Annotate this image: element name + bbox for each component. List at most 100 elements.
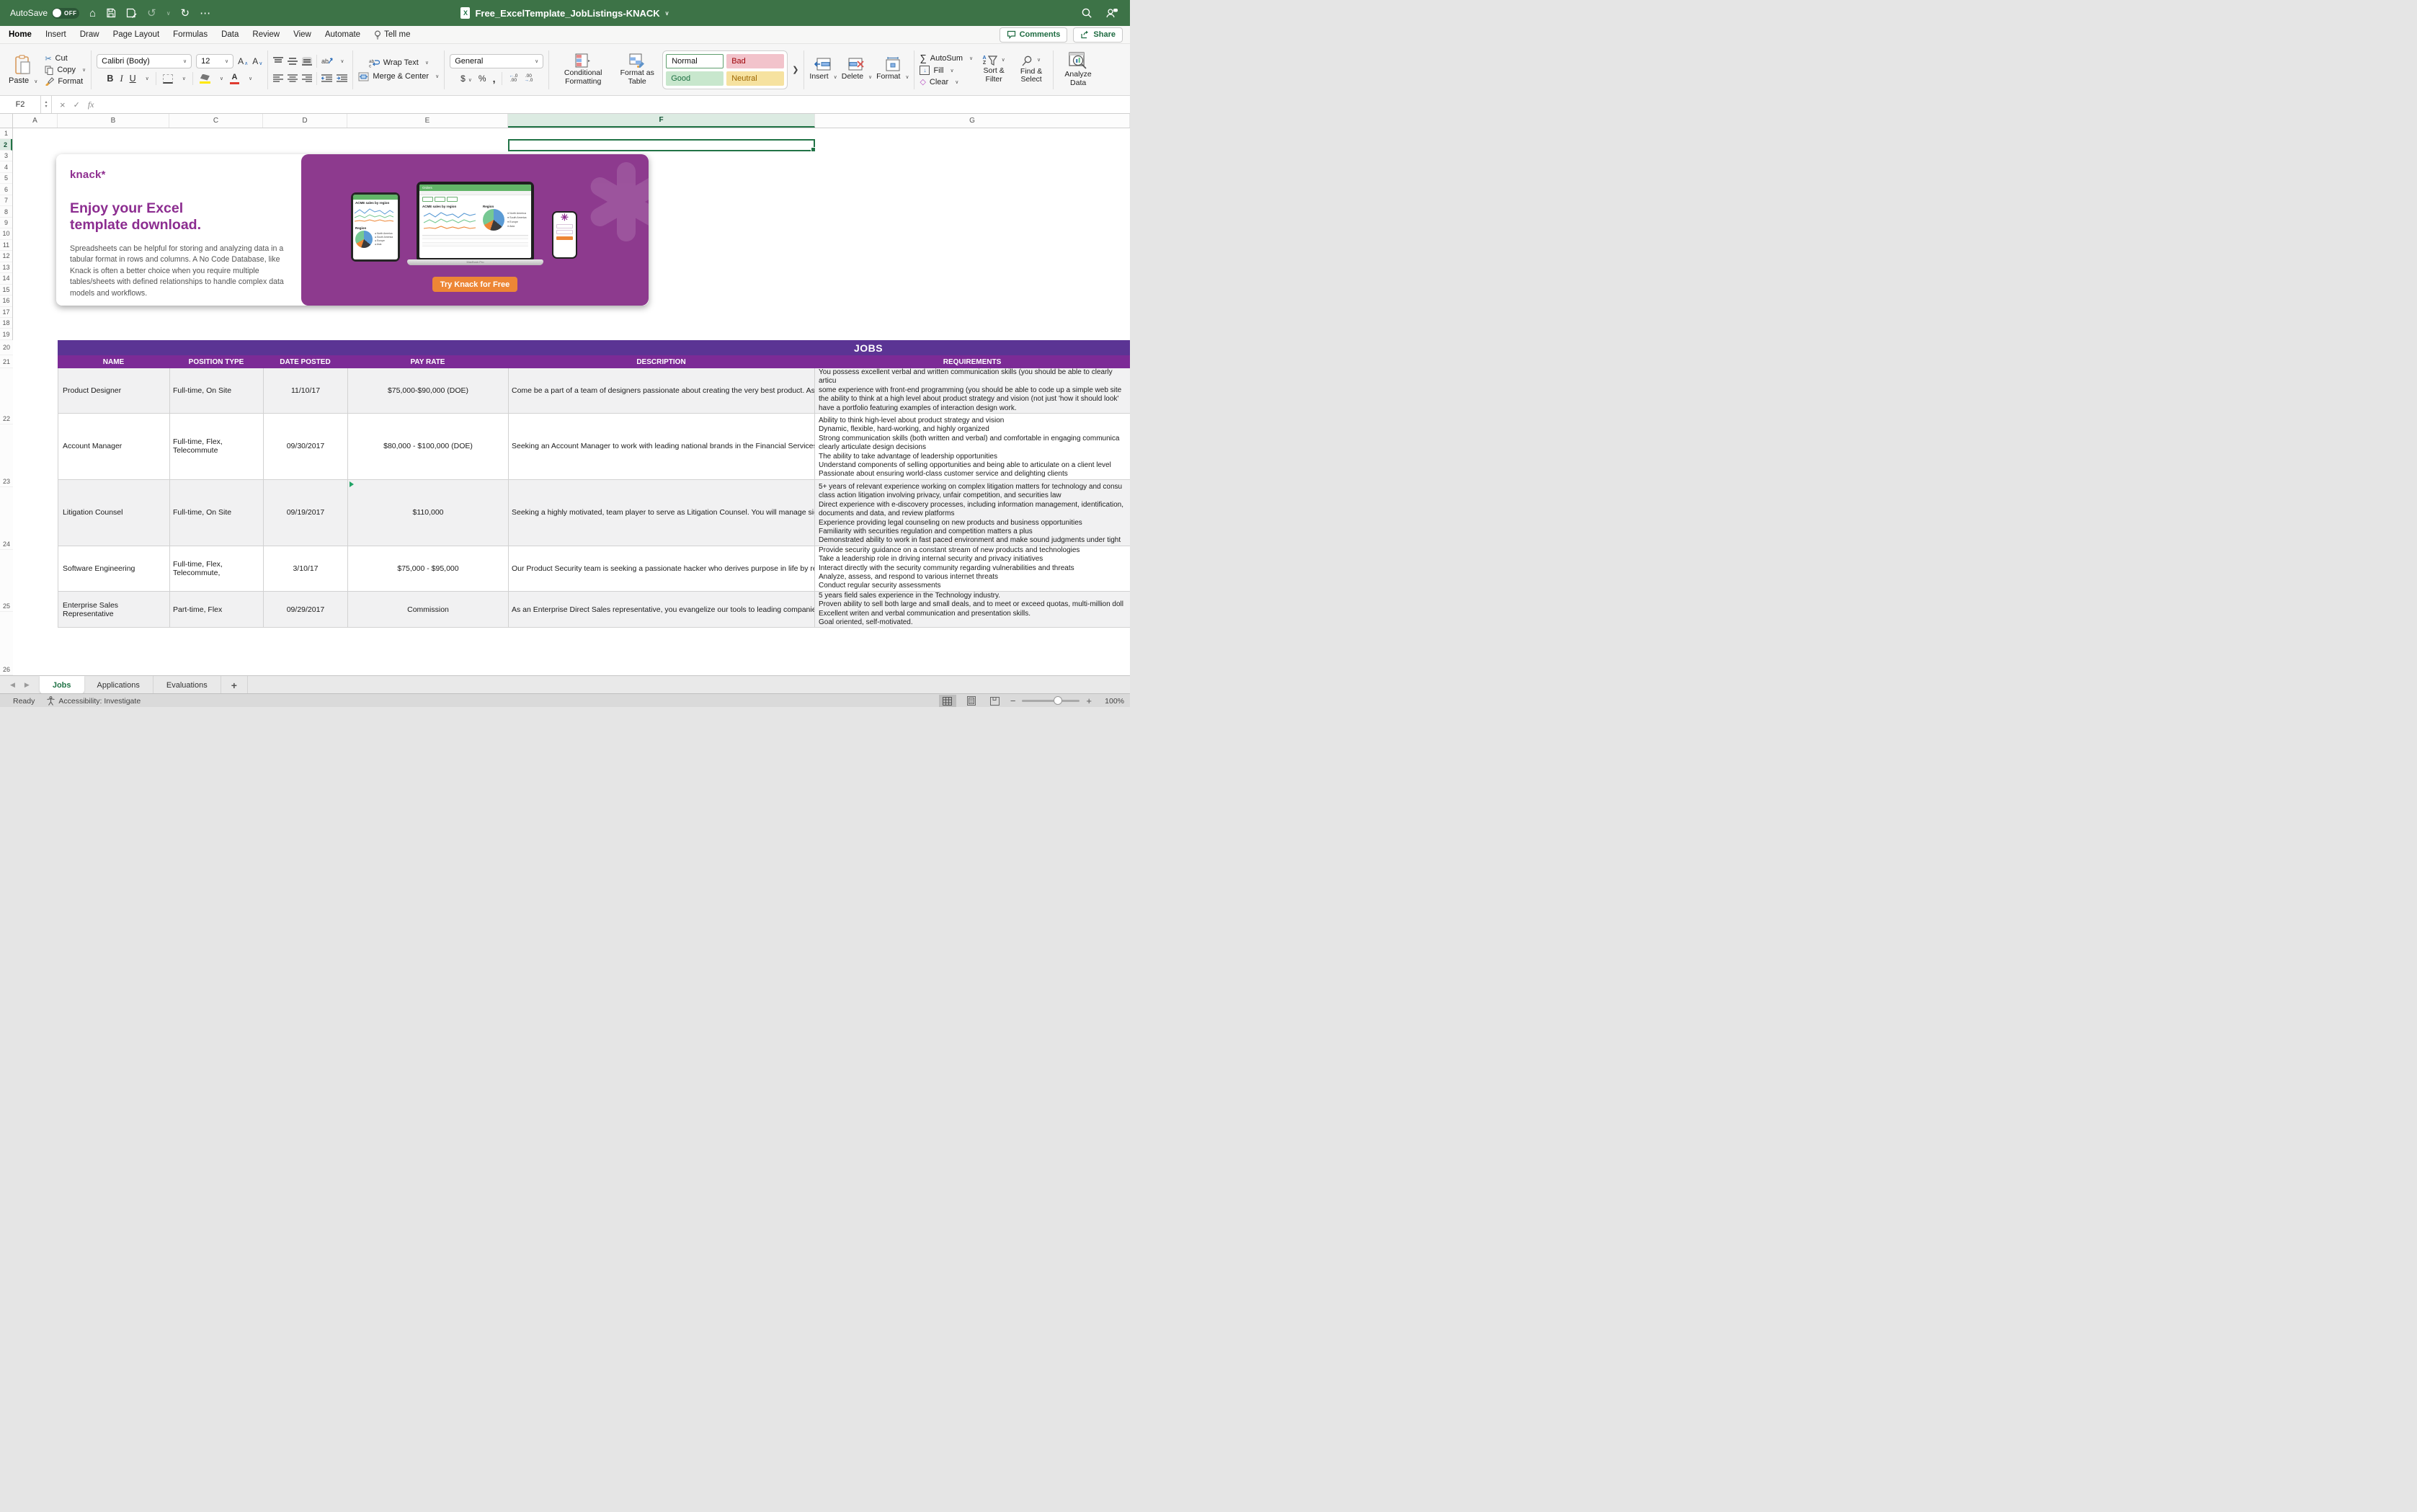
style-normal[interactable]: Normal xyxy=(666,54,724,68)
tab-view[interactable]: View xyxy=(293,30,311,39)
row-header[interactable]: 1 xyxy=(0,128,12,139)
cell-description[interactable]: Come be a part of a team of designers pa… xyxy=(509,368,815,414)
grow-font-button[interactable]: A∧ xyxy=(238,56,248,66)
row-header[interactable]: 15 xyxy=(0,285,12,295)
zoom-in-button[interactable]: + xyxy=(1086,695,1092,706)
formula-input[interactable] xyxy=(102,96,1130,113)
autosum-button[interactable]: ∑AutoSum∨ xyxy=(920,53,973,63)
col-header-e[interactable]: E xyxy=(347,114,508,128)
page-layout-view-icon[interactable] xyxy=(963,695,980,708)
tab-insert[interactable]: Insert xyxy=(45,30,66,39)
row-header[interactable]: 24 xyxy=(0,487,13,550)
cell-description[interactable]: Our Product Security team is seeking a p… xyxy=(509,546,815,592)
row-header[interactable]: 5 xyxy=(0,173,12,184)
cell-position-type[interactable]: Part-time, Flex xyxy=(170,592,264,628)
cell-description[interactable]: As an Enterprise Direct Sales representa… xyxy=(509,592,815,628)
row-header[interactable]: 22 xyxy=(0,368,13,424)
title-chevron-icon[interactable]: ∨ xyxy=(665,10,669,17)
accessibility-status[interactable]: Accessibility: Investigate xyxy=(46,696,141,706)
row-header[interactable]: 26 xyxy=(0,612,13,675)
style-good[interactable]: Good xyxy=(666,71,724,86)
redo-icon[interactable]: ↻ xyxy=(181,8,190,19)
style-neutral[interactable]: Neutral xyxy=(726,71,784,86)
insert-function-icon[interactable]: fx xyxy=(88,99,94,110)
align-left-button[interactable] xyxy=(273,74,283,82)
cell-date-posted[interactable]: 3/10/17 xyxy=(264,546,348,592)
cell-requirements[interactable]: Provide security guidance on a constant … xyxy=(815,546,1130,592)
col-header-b[interactable]: B xyxy=(58,114,169,128)
col-header-c[interactable]: C xyxy=(169,114,263,128)
comments-button[interactable]: Comments xyxy=(1000,27,1068,43)
cell-pay-rate[interactable]: Commission xyxy=(348,592,509,628)
cell-pay-rate[interactable]: $75,000 - $95,000 xyxy=(348,546,509,592)
prev-sheet-icon[interactable]: ◀ xyxy=(10,681,15,689)
cancel-icon[interactable]: × xyxy=(60,99,66,110)
row-header[interactable]: 20 xyxy=(0,340,13,355)
row-header[interactable]: 12 xyxy=(0,251,12,262)
table-row[interactable]: Account Manager Full-time, Flex, Telecom… xyxy=(58,414,1130,480)
italic-button[interactable]: I xyxy=(120,74,123,84)
row-header[interactable]: 11 xyxy=(0,240,12,251)
normal-view-icon[interactable] xyxy=(939,695,956,708)
cell-requirements[interactable]: Ability to think high-level about produc… xyxy=(815,414,1130,480)
col-header-g[interactable]: G xyxy=(815,114,1130,128)
styles-more-icon[interactable]: ❯ xyxy=(792,65,798,74)
page-break-view-icon[interactable] xyxy=(987,695,1004,708)
home-icon[interactable]: ⌂ xyxy=(89,8,96,19)
row-header[interactable]: 25 xyxy=(0,550,13,612)
format-as-table-button[interactable]: Format as Table xyxy=(616,53,658,86)
sort-filter-button[interactable]: AZ ∨ Sort & Filter xyxy=(977,55,1010,84)
row-header[interactable]: 19 xyxy=(0,329,12,339)
sheet-tab-applications[interactable]: Applications xyxy=(84,676,153,694)
underline-button[interactable]: U xyxy=(130,74,136,84)
enter-icon[interactable]: ✓ xyxy=(74,100,80,110)
cell-position-type[interactable]: Full-time, On Site xyxy=(170,480,264,546)
currency-button[interactable]: $∨ xyxy=(460,74,472,84)
tab-home[interactable]: Home xyxy=(9,30,32,39)
merge-center-button[interactable]: Merge & Center∨ xyxy=(358,72,439,81)
comma-button[interactable]: , xyxy=(493,73,496,84)
tab-tell-me[interactable]: Tell me xyxy=(374,30,410,40)
decrease-indent-button[interactable] xyxy=(321,74,332,82)
cell-name[interactable]: Enterprise Sales Representative xyxy=(58,592,170,628)
cell-requirements[interactable]: 5 years field sales experience in the Te… xyxy=(815,592,1130,628)
save-icon[interactable] xyxy=(106,8,116,18)
format-cells-button[interactable]: Format ∨ xyxy=(876,57,909,82)
clear-button[interactable]: ◇Clear∨ xyxy=(920,77,973,86)
wrap-text-button[interactable]: abc Wrap Text∨ xyxy=(369,58,429,68)
fill-button[interactable]: ↓Fill∨ xyxy=(920,66,973,75)
row-header[interactable]: 18 xyxy=(0,318,12,329)
search-icon[interactable] xyxy=(1081,7,1092,19)
selected-cell-f2[interactable] xyxy=(508,139,815,151)
row-header[interactable]: 6 xyxy=(0,184,12,195)
font-name-select[interactable]: Calibri (Body)∨ xyxy=(97,54,192,68)
align-right-button[interactable] xyxy=(302,74,312,82)
save-as-icon[interactable] xyxy=(126,8,137,18)
cell-name[interactable]: Software Engineering xyxy=(58,546,170,592)
cell-requirements[interactable]: You possess excellent verbal and written… xyxy=(815,368,1130,414)
row-header[interactable]: 9 xyxy=(0,218,12,228)
align-middle-button[interactable] xyxy=(288,57,298,66)
copy-button[interactable]: Copy∨ xyxy=(45,66,86,75)
col-header-f[interactable]: F xyxy=(508,114,815,128)
paste-button[interactable]: Paste ∨ xyxy=(6,53,40,86)
name-box[interactable]: F2 xyxy=(0,96,41,113)
decrease-decimal-button[interactable]: .00→.0 xyxy=(524,74,533,84)
share-button[interactable]: Share xyxy=(1073,27,1123,43)
feedback-person-icon[interactable] xyxy=(1105,7,1118,19)
autosave-control[interactable]: AutoSave OFF xyxy=(10,8,79,19)
cell-description[interactable]: Seeking an Account Manager to work with … xyxy=(509,414,815,480)
autosave-toggle[interactable]: OFF xyxy=(52,8,79,19)
table-row[interactable]: Software Engineering Full-time, Flex, Te… xyxy=(58,546,1130,592)
cell-name[interactable]: Product Designer xyxy=(58,368,170,414)
zoom-out-button[interactable]: − xyxy=(1010,695,1016,706)
sheet-tab-evaluations[interactable]: Evaluations xyxy=(153,676,221,694)
cell-date-posted[interactable]: 09/30/2017 xyxy=(264,414,348,480)
undo-icon[interactable]: ↺ xyxy=(147,8,156,19)
tab-page-layout[interactable]: Page Layout xyxy=(113,30,160,39)
row-header[interactable]: 4 xyxy=(0,161,12,172)
try-knack-button[interactable]: Try Knack for Free xyxy=(432,277,517,292)
insert-cells-button[interactable]: Insert ∨ xyxy=(809,57,837,82)
cell-position-type[interactable]: Full-time, On Site xyxy=(170,368,264,414)
undo-menu-icon[interactable]: ∨ xyxy=(166,10,171,17)
